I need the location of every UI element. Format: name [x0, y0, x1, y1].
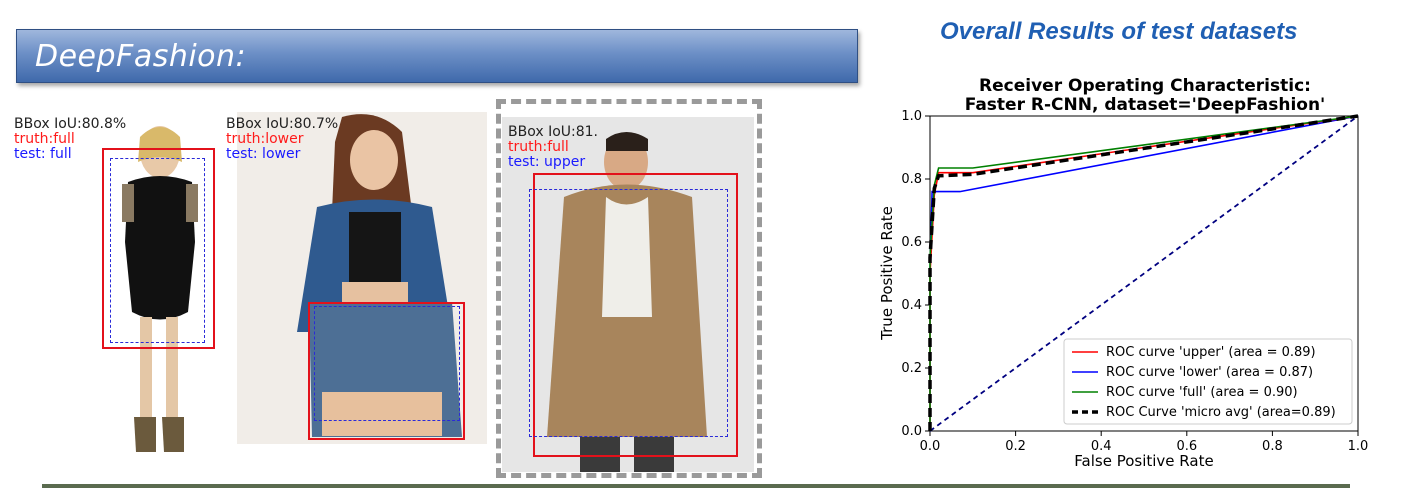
roc-chart: Receiver Operating Characteristic: Faste…: [878, 76, 1369, 470]
pred-bbox-3: [529, 189, 728, 437]
test-label-3: test: upper: [508, 154, 586, 170]
y-tick-label: 0.6: [901, 235, 922, 250]
test-label-1: test: full: [14, 146, 72, 162]
x-tick-label: 1.0: [1348, 439, 1369, 454]
y-tick-label: 0.8: [901, 172, 922, 187]
iou-label-2: BBox IoU:80.7%: [226, 116, 339, 132]
test-label-2: test: lower: [226, 146, 301, 162]
chart-legend: ROC curve 'upper' (area = 0.89) ROC curve…: [1063, 338, 1353, 425]
legend-label-full: ROC curve 'full' (area = 0.90): [1106, 385, 1298, 400]
x-tick-label: 0.8: [1262, 439, 1283, 454]
x-tick-label: 0.2: [1005, 439, 1026, 454]
truth-label-1: truth:full: [14, 131, 75, 147]
truth-label-2: truth:lower: [226, 131, 304, 147]
truth-label-3: truth:full: [508, 139, 569, 155]
footer-divider: [42, 484, 1350, 488]
y-axis-title: True Positive Rate: [878, 206, 896, 341]
x-axis-title: False Positive Rate: [1074, 452, 1213, 470]
chart-title-line-2: Faster R-CNN, dataset='DeepFashion': [965, 95, 1326, 115]
legend-label-lower: ROC curve 'lower' (area = 0.87): [1106, 365, 1313, 380]
chart-title-line-1: Receiver Operating Characteristic:: [979, 76, 1311, 96]
legend-label-micro: ROC Curve 'micro avg' (area=0.89): [1106, 405, 1336, 420]
iou-label-1: BBox IoU:80.8%: [14, 116, 127, 132]
y-tick-label: 0.2: [901, 361, 922, 376]
y-tick-label: 1.0: [901, 109, 922, 124]
dataset-banner: DeepFashion:: [16, 29, 858, 83]
y-axis-ticks: 0.0 0.2 0.4 0.6 0.8 1.0: [901, 109, 930, 439]
pred-bbox-1: [110, 158, 205, 343]
results-heading: Overall Results of test datasets: [940, 18, 1298, 45]
pred-bbox-2: [314, 306, 460, 421]
banner-title: DeepFashion:: [35, 39, 247, 74]
x-tick-label: 0.0: [920, 439, 941, 454]
legend-label-upper: ROC curve 'upper' (area = 0.89): [1106, 345, 1316, 360]
y-tick-label: 0.4: [901, 298, 922, 313]
x-axis-ticks: 0.0 0.2 0.4 0.6 0.8 1.0: [920, 431, 1369, 454]
iou-label-3: BBox IoU:81.: [508, 124, 599, 140]
y-tick-label: 0.0: [901, 424, 922, 439]
